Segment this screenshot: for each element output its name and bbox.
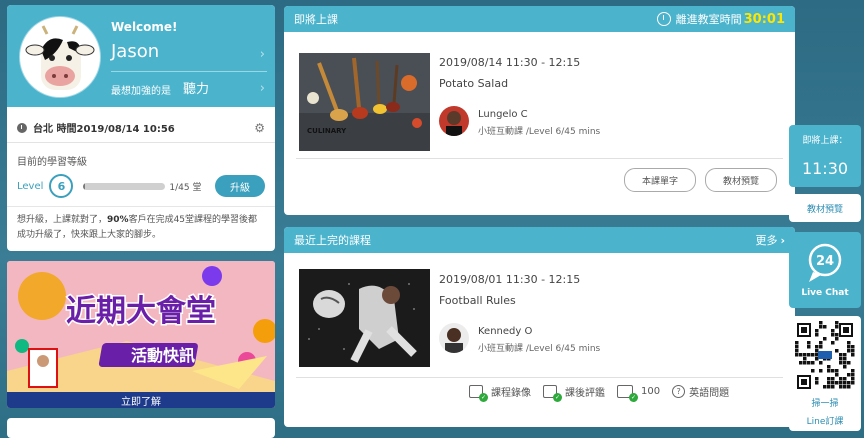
- english-question-action[interactable]: ? 英語問題: [672, 384, 729, 399]
- chevron-right-icon[interactable]: ›: [260, 47, 265, 62]
- local-time-row: 台北 時間2019/08/14 10:56 ⚙: [7, 113, 275, 143]
- lesson-thumbnail[interactable]: CULINARY: [299, 53, 430, 151]
- countdown-label: 離進教室時間: [675, 13, 742, 26]
- lesson-name[interactable]: Football Rules: [439, 294, 516, 307]
- header-divider: [111, 71, 267, 72]
- check-icon: ✓: [629, 393, 638, 402]
- teacher-avatar[interactable]: [439, 323, 469, 353]
- line-qr-widget[interactable]: 掃一掃 Line訂課: [789, 316, 861, 431]
- gear-icon[interactable]: ⚙: [254, 121, 265, 135]
- user-name: Jason: [111, 41, 160, 62]
- vocab-action[interactable]: ✓ 100: [617, 385, 661, 402]
- english-question-label: 英語問題: [689, 388, 730, 399]
- sidebar-material-preview-button[interactable]: 教材預覽: [789, 194, 861, 222]
- countdown-value: 30:01: [743, 11, 785, 27]
- video-icon: ✓: [469, 385, 488, 402]
- level-progress-fill: [83, 182, 86, 190]
- level-row: Level 6 1/45 堂 升級: [17, 174, 265, 198]
- vocab-count: 100: [641, 386, 661, 397]
- event-banner-art: 近期大會堂 活動快訊: [7, 261, 275, 408]
- recent-header: 最近上完的課程 更多 ›: [284, 227, 795, 253]
- banner-subtitle: 活動快訊: [131, 346, 195, 365]
- lesson-vocab-button[interactable]: 本課單字: [624, 168, 696, 192]
- live-chat-number: 24: [816, 254, 834, 269]
- divider: [7, 206, 275, 207]
- document-icon: ✓: [543, 385, 562, 402]
- upcoming-title: 即將上課: [294, 13, 338, 26]
- banner-title: 近期大會堂: [66, 294, 216, 329]
- level-label: Level: [17, 180, 44, 192]
- lesson-video-label: 課程錄像: [491, 388, 531, 399]
- profile-card: Welcome! Jason › 最想加強的是 聽力 › 台北 時間2019/0…: [7, 5, 275, 251]
- check-icon: ✓: [479, 393, 488, 402]
- next-lesson-widget[interactable]: 即將上課： 11:30: [789, 125, 861, 187]
- profile-header: Welcome! Jason › 最想加強的是 聽力 ›: [7, 5, 275, 107]
- banner-cta-button[interactable]: 立即了解: [7, 392, 275, 408]
- divider: [296, 377, 783, 378]
- recent-lesson: 2019/08/01 11:30 - 12:15 Football Rules …: [284, 253, 795, 383]
- qr-scan-label: 掃一掃: [811, 399, 839, 409]
- lesson-actions: ✓ 課程錄像 ✓ 課後評鑑 ✓ 100 ? 英語問題: [469, 384, 783, 402]
- qr-line-order-label: Line訂課: [806, 417, 844, 427]
- lesson-video-action[interactable]: ✓ 課程錄像: [469, 384, 531, 402]
- book-icon: ✓: [617, 385, 638, 402]
- upcoming-lesson-panel: 即將上課 離進教室時間 30:01 CULINARY 2019/08/14 11…: [284, 6, 795, 215]
- lesson-time: 2019/08/01 11:30 - 12:15: [439, 273, 581, 286]
- thumb-caption: CULINARY: [307, 127, 347, 135]
- teacher-name: Lungelo C: [478, 109, 528, 120]
- level-badge: 6: [49, 174, 74, 198]
- lesson-thumbnail[interactable]: [299, 269, 430, 367]
- recent-lessons-panel: 最近上完的課程 更多 › 2019/08/01 11:30 - 12:15 Fo…: [284, 227, 795, 427]
- lesson-time: 2019/08/14 11:30 - 12:15: [439, 56, 581, 69]
- upgrade-promo-text: 想升級，上課就對了，90%客戶在完成45堂課程的學習後都成功升級了，快來跟上大家…: [17, 215, 258, 240]
- qr-code-icon: [795, 321, 855, 391]
- next-lesson-time: 11:30: [801, 159, 849, 178]
- upcoming-header: 即將上課 離進教室時間 30:01: [284, 6, 795, 32]
- material-preview-button[interactable]: 教材預覽: [705, 168, 777, 192]
- upgrade-button[interactable]: 升級: [215, 175, 265, 197]
- lesson-review-label: 課後評鑑: [565, 388, 605, 399]
- weak-skill-label: 最想加強的是: [111, 86, 171, 97]
- teacher-name: Kennedy O: [478, 326, 533, 337]
- event-banner[interactable]: 近期大會堂 活動快訊 立即了解: [7, 261, 275, 408]
- weak-skill-value: 聽力: [183, 82, 210, 97]
- upcoming-lesson: CULINARY 2019/08/14 11:30 - 12:15 Potato…: [284, 32, 795, 162]
- live-chat-label: Live Chat: [801, 288, 849, 298]
- next-lesson-label: 即將上課：: [802, 136, 848, 146]
- question-icon: ?: [672, 385, 686, 398]
- welcome-text: Welcome!: [111, 20, 178, 34]
- live-chat-button[interactable]: 24 Live Chat: [789, 232, 861, 308]
- cow-avatar[interactable]: [20, 17, 100, 97]
- clock-icon: [17, 122, 27, 133]
- chevron-right-icon[interactable]: ›: [260, 81, 265, 96]
- live-chat-icon: 24: [808, 243, 842, 282]
- level-progress-text: 1/45 堂: [169, 182, 202, 193]
- more-link[interactable]: 更多: [755, 232, 777, 248]
- promo-highlight: 90%: [107, 215, 129, 225]
- lesson-review-action[interactable]: ✓ 課後評鑑: [543, 384, 605, 402]
- teacher-avatar[interactable]: [439, 106, 469, 136]
- lesson-meta: 小班互動課 /Level 6/45 mins: [478, 344, 601, 354]
- lesson-name[interactable]: Potato Salad: [439, 77, 508, 90]
- left-bottom-card: [7, 418, 275, 438]
- stopwatch-icon: [656, 12, 671, 26]
- recent-title: 最近上完的課程: [294, 234, 371, 247]
- lesson-meta: 小班互動課 /Level 6/45 mins: [478, 127, 601, 137]
- local-time: 台北 時間2019/08/14 10:56: [33, 124, 175, 135]
- check-icon: ✓: [553, 393, 562, 402]
- level-title: 目前的學習等級: [17, 157, 87, 168]
- divider: [296, 158, 783, 159]
- chevron-right-icon[interactable]: ›: [780, 234, 785, 247]
- level-progress-bar: [83, 182, 166, 190]
